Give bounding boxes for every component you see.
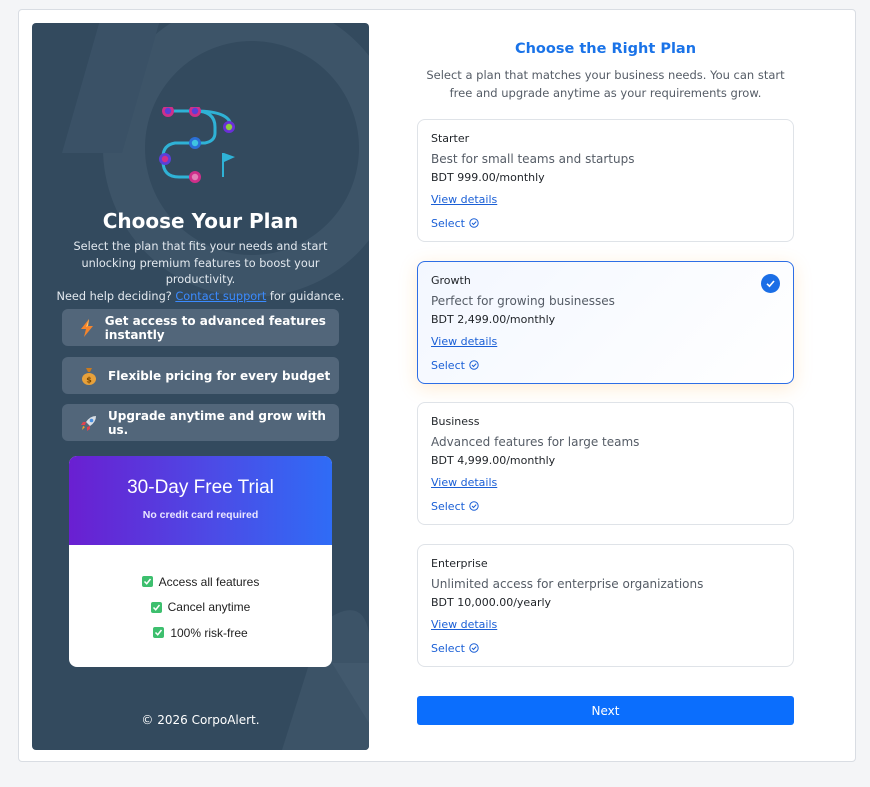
- select-button[interactable]: Select: [431, 357, 793, 373]
- contact-support-link[interactable]: Contact support: [175, 290, 266, 303]
- select-label: Select: [431, 216, 465, 230]
- plan-card-starter[interactable]: Starter Best for small teams and startup…: [417, 119, 794, 242]
- trial-subtitle: No credit card required: [142, 509, 259, 521]
- select-label: Select: [431, 641, 465, 655]
- check-icon: [141, 576, 153, 588]
- feature-item-advanced: Get access to advanced features instantl…: [62, 309, 339, 346]
- next-button[interactable]: Next: [417, 696, 794, 725]
- plan-price: BDT 999.00/monthly: [431, 171, 545, 184]
- view-details-link[interactable]: View details: [431, 476, 497, 492]
- plan-card-growth[interactable]: Growth Perfect for growing businesses BD…: [417, 261, 794, 384]
- free-trial-card: 30-Day Free Trial No credit card require…: [69, 456, 332, 667]
- right-title: Choose the Right Plan: [514, 41, 697, 57]
- left-panel: Choose Your Plan Select the plan that fi…: [32, 23, 369, 750]
- left-title: Choose Your Plan: [102, 209, 299, 233]
- select-button[interactable]: Select: [431, 640, 793, 656]
- left-desc-text: Select the plan that fits your needs and…: [73, 240, 328, 286]
- lightning-icon: [80, 318, 95, 337]
- trial-benefit-label: 100% risk-free: [170, 625, 248, 640]
- select-label: Select: [431, 499, 465, 513]
- selected-check-icon: [761, 274, 780, 293]
- feature-label: Upgrade anytime and grow with us.: [108, 408, 326, 437]
- trial-benefit: 100% risk-free: [69, 620, 332, 646]
- svg-text:$: $: [86, 375, 92, 384]
- left-description: Select the plan that fits your needs and…: [52, 239, 349, 305]
- plan-name: Enterprise: [431, 557, 488, 570]
- select-label: Select: [431, 358, 465, 372]
- plan-price: BDT 2,499.00/monthly: [431, 313, 556, 326]
- check-icon: [150, 601, 162, 613]
- feature-item-pricing: $ Flexible pricing for every budget: [62, 357, 339, 394]
- trial-header: 30-Day Free Trial No credit card require…: [69, 456, 332, 545]
- view-details-link[interactable]: View details: [431, 618, 497, 634]
- brand-logo: [159, 107, 235, 183]
- check-circle-icon: [469, 360, 479, 370]
- trial-benefit: Cancel anytime: [69, 595, 332, 621]
- trial-benefits-list: Access all features Cancel anytime 100% …: [69, 545, 332, 646]
- left-desc-prefix: Need help deciding?: [56, 289, 176, 303]
- trial-title: 30-Day Free Trial: [127, 477, 274, 498]
- check-circle-icon: [469, 643, 479, 653]
- plan-description: Advanced features for large teams: [431, 435, 640, 449]
- plan-description: Unlimited access for enterprise organiza…: [431, 577, 704, 591]
- select-button[interactable]: Select: [431, 498, 793, 514]
- plan-price: BDT 4,999.00/monthly: [431, 454, 556, 467]
- plan-name: Starter: [431, 132, 470, 145]
- view-details-link[interactable]: View details: [431, 193, 497, 209]
- trial-benefit-label: Access all features: [158, 574, 260, 589]
- plan-price: BDT 10,000.00/yearly: [431, 596, 552, 609]
- plan-name: Growth: [431, 274, 471, 287]
- select-button[interactable]: Select: [431, 215, 793, 231]
- check-icon: [153, 627, 165, 639]
- plan-name: Business: [431, 415, 480, 428]
- trial-benefit-label: Cancel anytime: [167, 600, 251, 615]
- check-circle-icon: [469, 218, 479, 228]
- left-desc-suffix: for guidance.: [266, 289, 345, 303]
- feature-label: Get access to advanced features instantl…: [104, 313, 326, 342]
- view-details-link[interactable]: View details: [431, 335, 497, 351]
- copyright: © 2026 CorpoAlert.: [141, 713, 260, 727]
- feature-item-upgrade: Upgrade anytime and grow with us.: [62, 404, 339, 441]
- right-description: Select a plan that matches your business…: [426, 68, 785, 100]
- money-bag-icon: $: [80, 367, 98, 385]
- trial-benefit: Access all features: [69, 569, 332, 595]
- plan-card-business[interactable]: Business Advanced features for large tea…: [417, 402, 794, 525]
- plan-description: Best for small teams and startups: [431, 152, 635, 166]
- rocket-icon: [80, 414, 98, 432]
- page-frame: Choose Your Plan Select the plan that fi…: [18, 9, 856, 762]
- feature-label: Flexible pricing for every budget: [108, 368, 331, 383]
- plan-description: Perfect for growing businesses: [431, 294, 615, 308]
- plan-card-enterprise[interactable]: Enterprise Unlimited access for enterpri…: [417, 544, 794, 667]
- check-circle-icon: [469, 501, 479, 511]
